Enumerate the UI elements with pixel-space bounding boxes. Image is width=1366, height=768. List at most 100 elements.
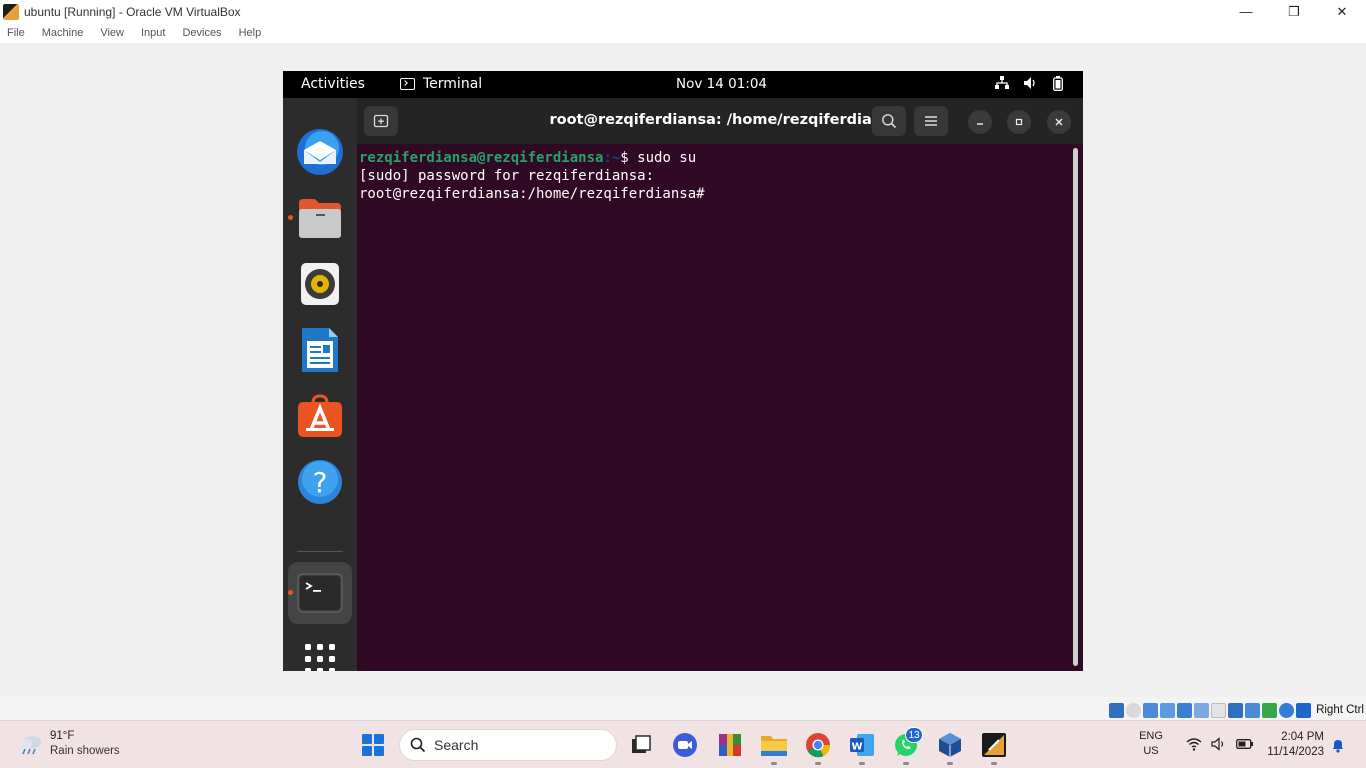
prompt-path: :~: [603, 150, 621, 166]
libreoffice-writer-icon[interactable]: [296, 326, 344, 374]
host-key-label: Right Ctrl: [1316, 704, 1364, 716]
chrome-running-indicator: [815, 762, 821, 765]
optical-drive-icon[interactable]: [1109, 702, 1125, 718]
guest-screen[interactable]: Activities Terminal Nov 14 01:04 ? root@…: [283, 71, 1083, 671]
keyboard-layout: US: [1143, 745, 1159, 757]
maximize-window-button[interactable]: [1007, 110, 1031, 134]
files-running-indicator: [288, 215, 293, 220]
vbox-app-running-indicator: [991, 762, 997, 765]
rhythmbox-icon[interactable]: [296, 260, 344, 308]
start-button[interactable]: [362, 734, 384, 756]
weather-description: Rain showers: [50, 745, 120, 757]
app-center-icon[interactable]: [296, 392, 344, 440]
recording-icon[interactable]: [1228, 702, 1244, 718]
menu-help[interactable]: Help: [239, 27, 262, 39]
explorer-running-indicator: [771, 762, 777, 765]
weather-temperature: 91°F: [50, 730, 75, 742]
terminal-header-bar: root@rezqiferdiansa: /home/rezqiferdians…: [357, 98, 1083, 144]
ubuntu-dock: ?: [283, 98, 357, 671]
notification-bell-icon[interactable]: [1330, 737, 1346, 753]
whatsapp-running-indicator: [903, 762, 909, 765]
zoom-icon[interactable]: [671, 731, 699, 759]
activities-button[interactable]: Activities: [301, 76, 365, 92]
menu-devices[interactable]: Devices: [182, 27, 221, 39]
virtualbox-icon[interactable]: [936, 731, 964, 759]
minimize-button[interactable]: —: [1222, 0, 1270, 23]
vbox-title-bar: ubuntu [Running] - Oracle VM VirtualBox …: [0, 0, 1366, 23]
terminal-running-indicator: [288, 590, 293, 595]
volume-icon: [1211, 737, 1224, 751]
screen-icon[interactable]: [1245, 702, 1261, 718]
svg-text:W: W: [851, 742, 862, 753]
dock-separator: [297, 551, 343, 552]
app-menu[interactable]: Terminal: [400, 76, 482, 92]
thunderbird-icon[interactable]: [296, 128, 344, 176]
window-controls: — ❐ ✕: [1222, 0, 1366, 23]
usb-icon[interactable]: [1177, 702, 1193, 718]
search-button[interactable]: [872, 106, 906, 136]
network-adapter-icon[interactable]: [1160, 702, 1176, 718]
close-button[interactable]: ✕: [1318, 0, 1366, 23]
terminal-output[interactable]: rezqiferdiansa@rezqiferdiansa:~$ sudo su…: [359, 149, 1059, 203]
terminal-line: rezqiferdiansa@rezqiferdiansa:~$ sudo su: [359, 149, 1059, 167]
ubuntu-top-bar: Activities Terminal Nov 14 01:04: [283, 71, 1083, 98]
menu-machine[interactable]: Machine: [42, 27, 84, 39]
file-explorer-icon[interactable]: [760, 731, 788, 759]
files-icon[interactable]: [296, 194, 344, 242]
language-code: ENG: [1139, 730, 1163, 742]
quick-settings[interactable]: [1186, 737, 1254, 751]
taskbar-time: 2:04 PM: [1281, 731, 1324, 743]
command-text: $ sudo su: [620, 150, 697, 166]
virtualbox-app-icon: [3, 3, 19, 20]
wifi-icon: [1186, 738, 1202, 751]
windows-taskbar: 91°F Rain showers Search W 13 ENG US 2:0…: [0, 720, 1366, 768]
system-tray[interactable]: [995, 75, 1065, 91]
network-icon: [995, 76, 1009, 90]
close-window-button[interactable]: [1047, 110, 1071, 134]
host-key-icon[interactable]: [1296, 702, 1312, 718]
svg-text:?: ?: [313, 466, 328, 499]
menu-view[interactable]: View: [100, 27, 124, 39]
word-icon[interactable]: W: [848, 731, 876, 759]
terminal-icon[interactable]: [296, 569, 344, 617]
terminal-scrollbar[interactable]: [1073, 148, 1078, 666]
audio-icon[interactable]: [1143, 702, 1159, 718]
taskbar-clock[interactable]: 2:04 PM 11/14/2023: [1267, 730, 1324, 760]
show-apps-icon[interactable]: [296, 635, 344, 671]
display-icon[interactable]: [1211, 702, 1227, 718]
winrar-icon[interactable]: [716, 731, 744, 759]
minimize-window-button[interactable]: [968, 110, 992, 134]
task-view-icon[interactable]: [627, 731, 655, 759]
menu-file[interactable]: File: [7, 27, 25, 39]
vbox-menu-bar: File Machine View Input Devices Help: [0, 23, 1366, 43]
menu-input[interactable]: Input: [141, 27, 165, 39]
hamburger-menu-button[interactable]: [914, 106, 948, 136]
battery-icon: [1236, 739, 1253, 749]
word-running-indicator: [859, 762, 865, 765]
search-icon: [410, 737, 426, 753]
maximize-button[interactable]: ❐: [1270, 0, 1318, 23]
mouse-integration-icon[interactable]: [1279, 702, 1295, 718]
volume-icon: [1023, 76, 1037, 90]
cd-icon[interactable]: [1126, 702, 1142, 718]
system-tray-area: ENG US: [1138, 729, 1254, 759]
vbox-app-icon[interactable]: [980, 731, 1008, 759]
terminal-line: root@rezqiferdiansa:/home/rezqiferdiansa…: [359, 186, 705, 202]
search-placeholder: Search: [434, 737, 479, 753]
vbox-status-bar: Right Ctrl: [1109, 700, 1364, 720]
clock[interactable]: Nov 14 01:04: [676, 76, 767, 92]
taskbar-search[interactable]: Search: [399, 729, 617, 761]
language-indicator[interactable]: ENG US: [1138, 729, 1164, 759]
app-menu-label: Terminal: [423, 76, 483, 92]
terminal-icon: [400, 78, 415, 90]
weather-widget[interactable]: 91°F Rain showers: [18, 729, 120, 759]
terminal-window[interactable]: root@rezqiferdiansa: /home/rezqiferdians…: [357, 98, 1083, 671]
taskbar-date: 11/14/2023: [1267, 746, 1324, 758]
help-icon[interactable]: ?: [296, 458, 344, 506]
chrome-icon[interactable]: [804, 731, 832, 759]
shared-folders-icon[interactable]: [1194, 702, 1210, 718]
rain-cloud-icon: [18, 733, 44, 755]
virtualbox-running-indicator: [947, 762, 953, 765]
cpu-icon[interactable]: [1262, 702, 1278, 718]
battery-icon: [1051, 75, 1065, 91]
